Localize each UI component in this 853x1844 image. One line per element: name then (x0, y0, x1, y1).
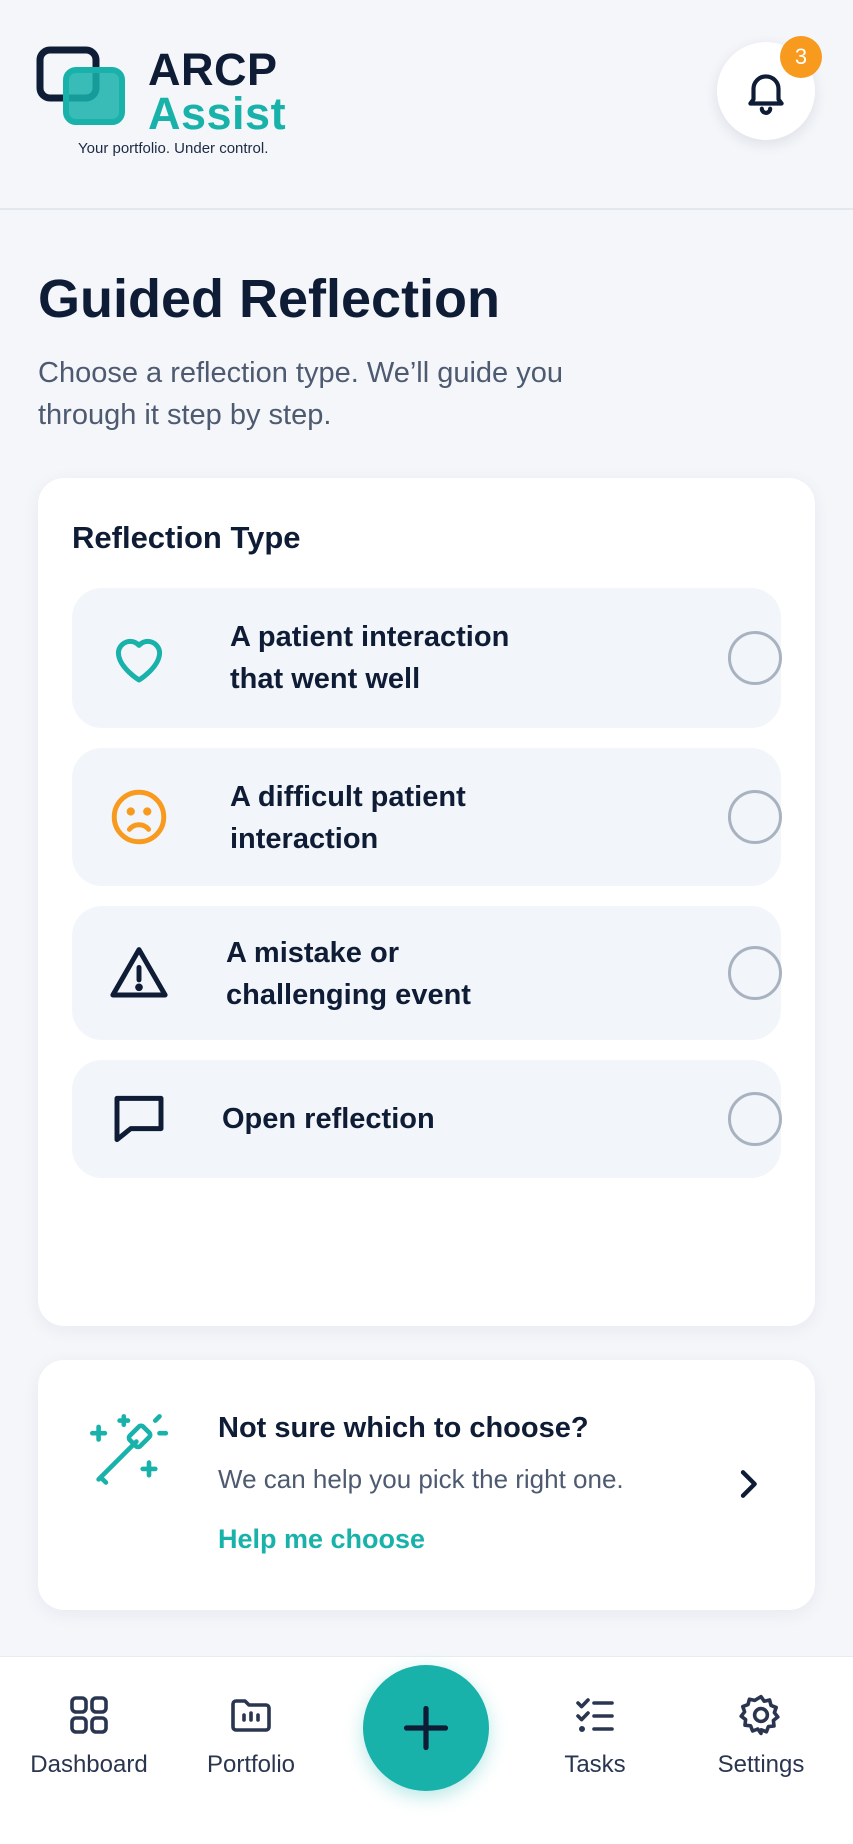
logo-tagline: Your portfolio. Under control. (78, 140, 269, 157)
option-mistake-event[interactable]: A mistake or challenging event (72, 906, 782, 1040)
nav-item-tasks[interactable]: Tasks (520, 1691, 670, 1811)
option-label: A patient interaction that went well (230, 621, 510, 695)
help-choose-card[interactable]: Not sure which to choose? We can help yo… (38, 1360, 815, 1610)
option-difficult-interaction[interactable]: A difficult patient interaction (72, 748, 782, 886)
nav-label: Tasks (564, 1751, 626, 1778)
help-me-choose-link[interactable]: Help me choose (218, 1524, 425, 1555)
help-title: Not sure which to choose? (218, 1412, 589, 1444)
chat-bubble-icon (114, 1095, 164, 1143)
option-label: A mistake or challenging event (226, 937, 471, 1011)
app-logo[interactable]: ARCP Assist Your portfolio. Under contro… (36, 44, 316, 164)
nav-item-portfolio[interactable]: Portfolio (176, 1691, 326, 1811)
page-subtitle: Choose a reflection type. We’ll guide yo… (38, 357, 563, 431)
nav-item-dashboard[interactable]: Dashboard (14, 1691, 164, 1811)
logo-name-line2: Assist (148, 88, 287, 139)
portfolio-icon (231, 1699, 271, 1732)
option-radio[interactable] (728, 946, 782, 1000)
page-title: Guided Reflection (38, 269, 501, 329)
help-description: We can help you pick the right one. (218, 1464, 624, 1494)
reflection-type-heading: Reflection Type (72, 520, 301, 555)
option-label: Open reflection (222, 1103, 435, 1135)
option-open-reflection[interactable]: Open reflection (72, 1060, 782, 1178)
tasks-icon (576, 1698, 614, 1732)
option-radio[interactable] (728, 790, 782, 844)
nav-item-settings[interactable]: Settings (686, 1691, 836, 1811)
sad-face-icon (111, 789, 167, 845)
reflection-type-card: Reflection Type A patient interaction th… (38, 478, 815, 1326)
notification-count-badge: 3 (780, 36, 822, 78)
bell-icon (748, 74, 784, 115)
heart-icon (115, 638, 163, 683)
option-positive-interaction[interactable]: A patient interaction that went well (72, 588, 782, 728)
nav-label: Portfolio (206, 1751, 296, 1778)
warning-icon (110, 947, 168, 998)
settings-icon (739, 1694, 780, 1736)
plus-icon (403, 1705, 449, 1751)
app-header: ARCP Assist Your portfolio. Under contro… (0, 0, 853, 210)
option-label: A difficult patient interaction (230, 781, 466, 855)
dashboard-icon (70, 1696, 108, 1734)
option-radio[interactable] (728, 1092, 782, 1146)
add-button[interactable] (363, 1665, 489, 1791)
nav-label: Dashboard (30, 1751, 148, 1778)
option-radio[interactable] (728, 631, 782, 685)
chevron-right-icon[interactable] (728, 1464, 768, 1504)
nav-label: Settings (717, 1751, 805, 1778)
magic-wand-icon (89, 1414, 169, 1485)
logo-mark-icon (36, 46, 125, 125)
